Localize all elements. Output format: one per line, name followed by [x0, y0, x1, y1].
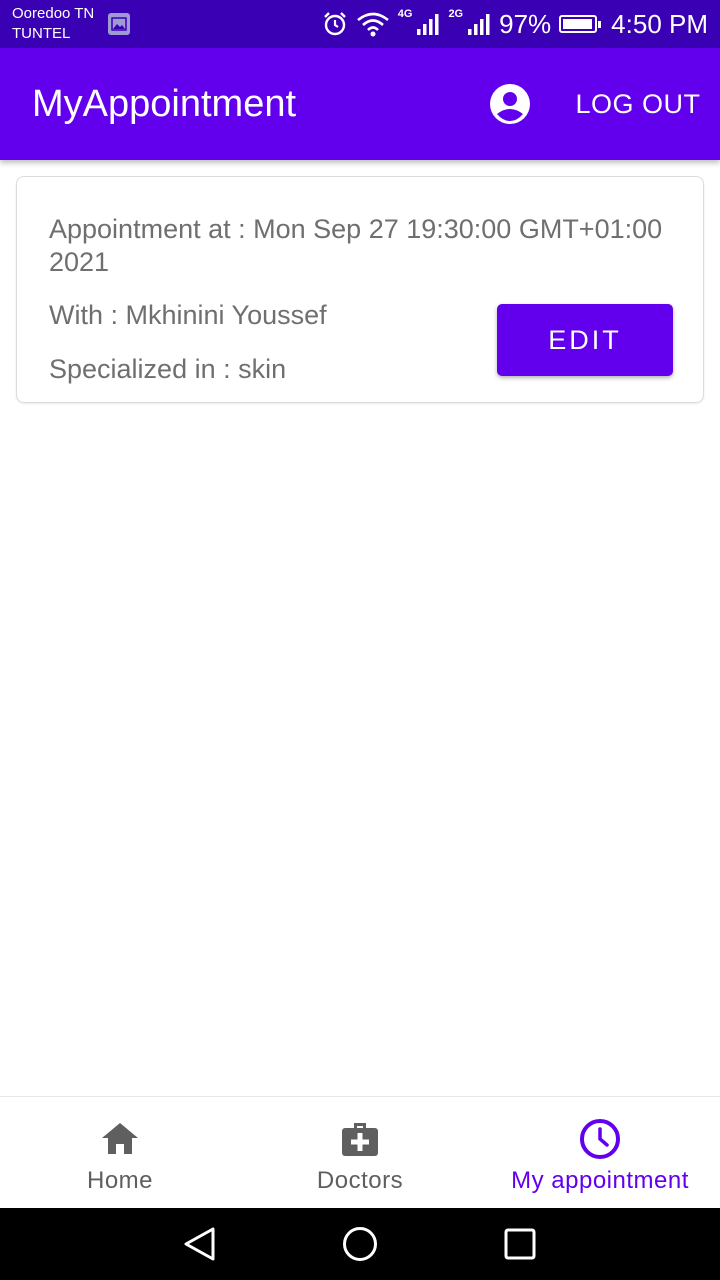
nav-label-my-appointment: My appointment: [511, 1167, 689, 1194]
app-title: MyAppointment: [32, 83, 297, 125]
nav-label-doctors: Doctors: [316, 1167, 404, 1194]
signal-icon-2: [468, 14, 490, 35]
nav-item-my-appointment[interactable]: My appointment: [480, 1097, 720, 1209]
gallery-notification-icon: [108, 13, 130, 35]
medical-bag-icon: [342, 1123, 378, 1156]
edit-button[interactable]: EDIT: [497, 304, 673, 376]
logout-button[interactable]: LOG OUT: [568, 48, 708, 160]
nav-item-doctors[interactable]: Doctors: [240, 1097, 480, 1209]
carrier-info: Ooredoo TN TUNTEL: [12, 4, 94, 44]
appointment-doctor: With : Mkhinini Youssef: [49, 300, 327, 330]
status-bar: Ooredoo TN TUNTEL 4G 2G 97% 4:50 PM: [0, 0, 720, 48]
battery-fill: [563, 19, 593, 29]
back-icon[interactable]: [182, 1226, 218, 1262]
status-icons: 4G 2G 97% 4:50 PM: [322, 0, 708, 48]
home-circle-icon[interactable]: [342, 1226, 378, 1262]
appointment-datetime: Appointment at : Mon Sep 27 19:30:00 GMT…: [49, 214, 663, 277]
home-icon: [102, 1123, 138, 1154]
bottom-navigation: Home Doctors My appointment: [0, 1096, 720, 1208]
carrier-subname: TUNTEL: [12, 25, 71, 42]
app-bar: MyAppointment LOG OUT: [0, 48, 720, 160]
recent-apps-icon[interactable]: [502, 1226, 538, 1262]
system-navigation-bar: [0, 1208, 720, 1280]
appointment-specialty: Specialized in : skin: [49, 354, 287, 384]
screen: Ooredoo TN TUNTEL 4G 2G 97% 4:50 PM MyAp…: [0, 0, 720, 1280]
alarm-icon: [323, 12, 346, 36]
wifi-icon: [356, 12, 389, 37]
clock-icon: [580, 1119, 620, 1159]
account-circle-icon[interactable]: [489, 83, 531, 125]
nav-label-home: Home: [86, 1167, 154, 1194]
nav-item-home[interactable]: Home: [0, 1097, 240, 1209]
carrier-name: Ooredoo TN: [12, 5, 95, 22]
network-type-label: 4G: [397, 8, 413, 20]
status-time: 4:50 PM: [611, 8, 708, 39]
signal-icon: [417, 14, 439, 35]
appointment-card: Appointment at : Mon Sep 27 19:30:00 GMT…: [16, 176, 704, 403]
network-type-label-2: 2G: [448, 8, 464, 20]
battery-percent: 97%: [499, 8, 552, 39]
battery-icon: [559, 15, 602, 33]
